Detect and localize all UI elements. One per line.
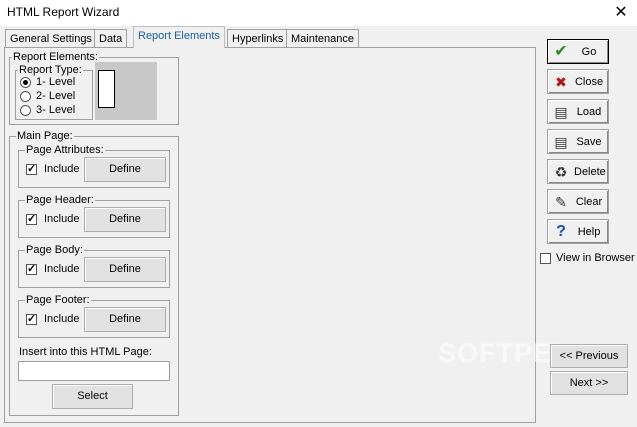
page-header-define-button[interactable]: Define bbox=[84, 207, 166, 232]
page-body-include-label: Include bbox=[44, 263, 80, 275]
tab-data[interactable]: Data bbox=[94, 29, 128, 47]
insert-page-label: Insert into this HTML Page: bbox=[19, 346, 152, 358]
go-label: Go bbox=[581, 46, 597, 58]
radio-2-level-label: 2- Level bbox=[36, 90, 76, 102]
title-bar: HTML Report Wizard ✕ bbox=[0, 0, 637, 26]
page-footer-label: Page Footer: bbox=[25, 294, 91, 306]
check-icon: ✔ bbox=[554, 43, 568, 60]
save-label: Save bbox=[576, 136, 602, 148]
help-label: Help bbox=[577, 226, 601, 238]
close-x-icon: ✖ bbox=[555, 74, 567, 90]
load-label: Load bbox=[576, 106, 602, 118]
page-header-label: Page Header: bbox=[25, 194, 95, 206]
page-footer-include-checkbox[interactable]: ✓ bbox=[26, 314, 37, 325]
page-footer-include-label: Include bbox=[44, 313, 80, 325]
help-button[interactable]: ? Help bbox=[547, 219, 609, 244]
page-attributes-label: Page Attributes: bbox=[25, 144, 105, 156]
window-close-icon[interactable]: ✕ bbox=[610, 2, 632, 24]
save-button[interactable]: ▤ Save bbox=[547, 129, 609, 154]
delete-button[interactable]: ♻ Delete bbox=[547, 159, 609, 184]
close-label: Close bbox=[574, 76, 604, 88]
radio-2-level[interactable] bbox=[20, 91, 31, 102]
tab-hyperlinks[interactable]: Hyperlinks bbox=[227, 29, 289, 47]
go-button[interactable]: ✔ Go bbox=[547, 39, 609, 64]
save-document-icon: ▤ bbox=[554, 134, 568, 150]
question-icon: ? bbox=[556, 223, 566, 240]
radio-1-level[interactable] bbox=[20, 77, 31, 88]
brush-icon: ✎ bbox=[555, 194, 567, 210]
preview-page bbox=[98, 70, 115, 108]
report-type-preview bbox=[95, 62, 157, 120]
report-type-label: Report Type: bbox=[18, 64, 83, 76]
page-header-include-label: Include bbox=[44, 213, 80, 225]
page-body-define-button[interactable]: Define bbox=[84, 257, 166, 282]
radio-3-level-label: 3- Level bbox=[36, 104, 76, 116]
window-title: HTML Report Wizard bbox=[7, 5, 120, 19]
radio-3-level[interactable] bbox=[20, 105, 31, 116]
insert-page-input[interactable] bbox=[18, 361, 170, 381]
close-button[interactable]: ✖ Close bbox=[547, 69, 609, 94]
page-body-include-checkbox[interactable]: ✓ bbox=[26, 264, 37, 275]
page-attributes-include-checkbox[interactable]: ✓ bbox=[26, 164, 37, 175]
view-in-browser-label: View in Browser bbox=[556, 252, 635, 264]
clear-button[interactable]: ✎ Clear bbox=[547, 189, 609, 214]
trash-icon: ♻ bbox=[554, 164, 568, 180]
page-header-include-checkbox[interactable]: ✓ bbox=[26, 214, 37, 225]
view-in-browser-checkbox[interactable] bbox=[540, 253, 551, 264]
select-button[interactable]: Select bbox=[52, 384, 133, 409]
tab-general-settings[interactable]: General Settings bbox=[5, 29, 97, 47]
document-icon: ▤ bbox=[554, 104, 568, 120]
page-body-label: Page Body: bbox=[25, 244, 84, 256]
previous-button[interactable]: << Previous bbox=[550, 344, 628, 368]
page-attributes-define-button[interactable]: Define bbox=[84, 157, 166, 182]
page-footer-define-button[interactable]: Define bbox=[84, 307, 166, 332]
report-elements-label: Report Elements: bbox=[12, 51, 99, 63]
next-button[interactable]: Next >> bbox=[550, 371, 628, 395]
load-button[interactable]: ▤ Load bbox=[547, 99, 609, 124]
page-attributes-include-label: Include bbox=[44, 163, 80, 175]
tab-maintenance[interactable]: Maintenance bbox=[286, 29, 359, 47]
main-page-label: Main Page: bbox=[16, 130, 74, 142]
radio-1-level-label: 1- Level bbox=[36, 76, 76, 88]
delete-label: Delete bbox=[574, 166, 606, 178]
clear-label: Clear bbox=[575, 196, 603, 208]
tab-report-elements[interactable]: Report Elements bbox=[133, 26, 225, 48]
